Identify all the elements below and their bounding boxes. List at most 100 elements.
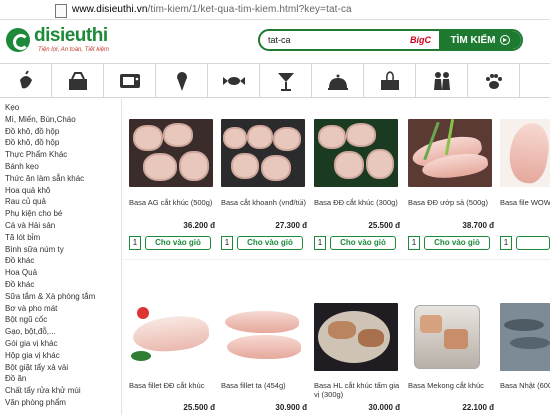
product-image[interactable] bbox=[314, 303, 398, 371]
product-image[interactable] bbox=[408, 119, 492, 187]
add-to-cart-button[interactable]: Cho vào giỏ bbox=[330, 236, 396, 250]
category-groceries[interactable] bbox=[52, 64, 104, 98]
url-text[interactable]: www.disieuthi.vn/tim-kiem/1/ket-qua-tim-… bbox=[72, 4, 352, 15]
logo-icon bbox=[6, 28, 30, 52]
sidebar-item[interactable]: Bột ngũ cốc bbox=[5, 314, 121, 326]
tissue-icon bbox=[380, 71, 399, 90]
product-name[interactable]: Basa ĐĐ cắt khúc (300g) bbox=[314, 198, 406, 207]
category-family[interactable] bbox=[416, 64, 468, 98]
category-ice-cream[interactable] bbox=[156, 64, 208, 98]
page-icon bbox=[53, 3, 67, 18]
ice-cream-icon bbox=[176, 72, 187, 91]
sidebar-item[interactable]: Kẹo bbox=[5, 102, 121, 114]
product-image[interactable] bbox=[314, 119, 398, 187]
add-to-cart-button[interactable]: Cho vào giỏ bbox=[424, 236, 490, 250]
category-tissue[interactable] bbox=[364, 64, 416, 98]
sidebar-item[interactable]: Bơ và pho mát bbox=[5, 303, 121, 315]
logo-name: disieuthi bbox=[34, 25, 108, 46]
product-price: 22.100 đ bbox=[462, 403, 494, 412]
sidebar-item[interactable]: Cá và Hải sản bbox=[5, 220, 121, 232]
add-to-cart-button[interactable] bbox=[516, 236, 550, 250]
arrow-right-icon bbox=[499, 35, 510, 45]
sidebar-item[interactable]: Sữa tắm & Xà phòng tắm bbox=[5, 291, 121, 303]
sidebar-item[interactable]: Mì, Miến, Bún,Cháo bbox=[5, 114, 121, 126]
sidebar-item[interactable]: Thức ăn làm sẵn khác bbox=[5, 173, 121, 185]
product-image[interactable] bbox=[129, 303, 213, 371]
quantity-input[interactable]: 1 bbox=[500, 236, 512, 250]
url-domain: www.disieuthi.vn bbox=[72, 4, 148, 15]
product-image[interactable] bbox=[500, 303, 550, 371]
category-drinks[interactable] bbox=[260, 64, 312, 98]
browser-address-bar[interactable]: www.disieuthi.vn/tim-kiem/1/ket-qua-tim-… bbox=[0, 0, 550, 20]
cocktail-icon bbox=[277, 73, 294, 91]
product-name[interactable]: Basa HL cắt khúc tẩm gia vị (300g) bbox=[314, 381, 406, 399]
sidebar-item[interactable]: Gạo, bột,đỗ,... bbox=[5, 326, 121, 338]
category-fruit[interactable] bbox=[0, 64, 52, 98]
product-image[interactable] bbox=[129, 119, 213, 187]
sidebar-item[interactable]: Hoa Quả bbox=[5, 267, 121, 279]
search-partner-label: BigC bbox=[410, 35, 431, 45]
product-price: 30.000 đ bbox=[368, 403, 400, 412]
family-icon bbox=[433, 72, 450, 90]
category-candy[interactable] bbox=[208, 64, 260, 98]
product-image[interactable] bbox=[221, 303, 305, 371]
product-name[interactable]: Basa file WOW bbox=[500, 198, 550, 207]
product-price: 38.700 đ bbox=[462, 221, 494, 230]
product-name[interactable]: Basa fillet ĐĐ cắt khúc bbox=[129, 381, 221, 390]
search-button-label: TÌM KIẾM bbox=[450, 34, 496, 46]
quantity-input[interactable]: 1 bbox=[314, 236, 326, 250]
cooking-icon bbox=[327, 74, 348, 90]
product-name[interactable]: Basa cắt khoanh (vnđ/túi) bbox=[221, 198, 313, 207]
sidebar-item[interactable]: Văn phòng phẩm bbox=[5, 397, 121, 409]
product-name[interactable]: Basa Nhật (600 HSSG bbox=[500, 381, 550, 390]
quantity-input[interactable]: 1 bbox=[221, 236, 233, 250]
sidebar-item[interactable]: Gói gia vị khác bbox=[5, 338, 121, 350]
category-pet[interactable] bbox=[468, 64, 520, 98]
product-image[interactable] bbox=[408, 303, 492, 371]
sidebar-item[interactable]: Tã lót bỉm bbox=[5, 232, 121, 244]
sidebar-item[interactable]: Đồ khác bbox=[5, 279, 121, 291]
quantity-input[interactable]: 1 bbox=[129, 236, 141, 250]
row-divider bbox=[123, 259, 550, 260]
sidebar-item[interactable]: Hoa quả khô bbox=[5, 185, 121, 197]
sidebar-item[interactable]: Chất tẩy rửa khử mùi bbox=[5, 385, 121, 397]
product-image[interactable] bbox=[500, 119, 550, 187]
sidebar-item[interactable]: Đồ khô, đồ hộp bbox=[5, 137, 121, 149]
sidebar-item[interactable]: Đồ ăn bbox=[5, 373, 121, 385]
product-price: 25.500 đ bbox=[183, 403, 215, 412]
add-to-cart-button[interactable]: Cho vào giỏ bbox=[145, 236, 211, 250]
sidebar-item[interactable]: Thực Phẩm Khác bbox=[5, 149, 121, 161]
product-name[interactable]: Basa ĐĐ ướp sả (500g) bbox=[408, 198, 500, 207]
product-price: 27.300 đ bbox=[275, 221, 307, 230]
url-path: /tim-kiem/1/ket-qua-tim-kiem.html?key=ta… bbox=[147, 4, 352, 15]
product-name[interactable]: Basa Mekong cắt khúc bbox=[408, 381, 500, 390]
sidebar-item[interactable]: Đồ khô, đồ hộp bbox=[5, 126, 121, 138]
category-sidebar: Kẹo Mì, Miến, Bún,Cháo Đồ khô, đồ hộp Đồ… bbox=[0, 99, 122, 415]
product-name[interactable]: Basa fillet ta (454g) bbox=[221, 381, 313, 390]
fruit-icon bbox=[19, 70, 32, 89]
sidebar-item[interactable]: Bánh kẹo bbox=[5, 161, 121, 173]
category-cooking[interactable] bbox=[312, 64, 364, 98]
sidebar-item[interactable]: Phụ kiện cho bé bbox=[5, 208, 121, 220]
search-box: BigC TÌM KIẾM bbox=[258, 29, 523, 51]
product-grid: Basa AG cắt khúc (500g) 36.200 đ 1 Cho v… bbox=[123, 99, 550, 415]
site-header: disieuthi Tiện lợi, An toàn, Tiết kiệm B… bbox=[0, 21, 550, 61]
quantity-input[interactable]: 1 bbox=[408, 236, 420, 250]
search-input[interactable] bbox=[268, 32, 398, 48]
sidebar-item[interactable]: Bột giặt tẩy xả vải bbox=[5, 362, 121, 374]
sidebar-item[interactable]: Đồ khác bbox=[5, 255, 121, 267]
sidebar-item[interactable]: Rau củ quả bbox=[5, 196, 121, 208]
site-logo[interactable]: disieuthi Tiện lợi, An toàn, Tiết kiệm bbox=[6, 24, 126, 56]
add-to-cart-button[interactable]: Cho vào giỏ bbox=[237, 236, 303, 250]
category-icon-bar bbox=[0, 63, 550, 98]
category-appliance[interactable] bbox=[104, 64, 156, 98]
product-image[interactable] bbox=[221, 119, 305, 187]
product-price: 36.200 đ bbox=[183, 221, 215, 230]
search-button[interactable]: TÌM KIẾM bbox=[439, 31, 521, 49]
sidebar-item[interactable]: Bình sữa núm ty bbox=[5, 244, 121, 256]
sidebar-item[interactable]: Hộp gia vị khác bbox=[5, 350, 121, 362]
product-name[interactable]: Basa AG cắt khúc (500g) bbox=[129, 198, 221, 207]
pet-paw-icon bbox=[485, 74, 502, 89]
groceries-icon bbox=[68, 72, 87, 90]
candy-icon bbox=[222, 77, 245, 85]
